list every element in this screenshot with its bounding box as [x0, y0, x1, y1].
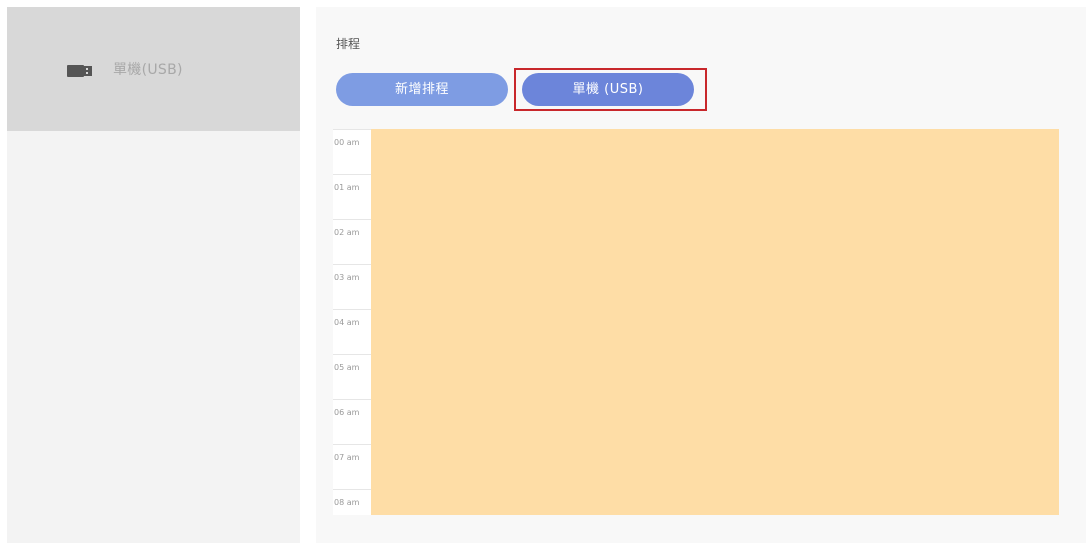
- usb-drive-icon: [67, 63, 93, 77]
- time-slot: 07 am: [333, 444, 371, 489]
- sidebar: 單機(USB): [7, 7, 300, 543]
- schedule-block[interactable]: [371, 129, 1059, 515]
- time-slot: 08 am: [333, 489, 371, 515]
- time-slot: 06 am: [333, 399, 371, 444]
- page-title: 排程: [336, 37, 361, 51]
- time-label: 00 am: [334, 138, 360, 147]
- usb-mode-button[interactable]: 單機 (USB): [522, 73, 694, 106]
- time-label: 06 am: [334, 408, 360, 417]
- time-column: 00 am 01 am 02 am 03 am 04 am 05 am 06 a…: [333, 129, 371, 515]
- time-slot: 03 am: [333, 264, 371, 309]
- time-slot: 05 am: [333, 354, 371, 399]
- time-label: 07 am: [334, 453, 360, 462]
- time-label: 02 am: [334, 228, 360, 237]
- time-slot: 02 am: [333, 219, 371, 264]
- time-slot: 00 am: [333, 129, 371, 174]
- main-panel: 排程 新增排程 單機 (USB) 00 am 01 am 02 am 03 am…: [316, 7, 1086, 543]
- add-schedule-button[interactable]: 新增排程: [336, 73, 508, 106]
- sidebar-item-usb[interactable]: 單機(USB): [7, 7, 300, 131]
- sidebar-item-label: 單機(USB): [113, 62, 183, 78]
- time-slot: 01 am: [333, 174, 371, 219]
- time-label: 05 am: [334, 363, 360, 372]
- time-label: 04 am: [334, 318, 360, 327]
- time-label: 08 am: [334, 498, 360, 507]
- time-label: 01 am: [334, 183, 360, 192]
- time-slot: 04 am: [333, 309, 371, 354]
- time-label: 03 am: [334, 273, 360, 282]
